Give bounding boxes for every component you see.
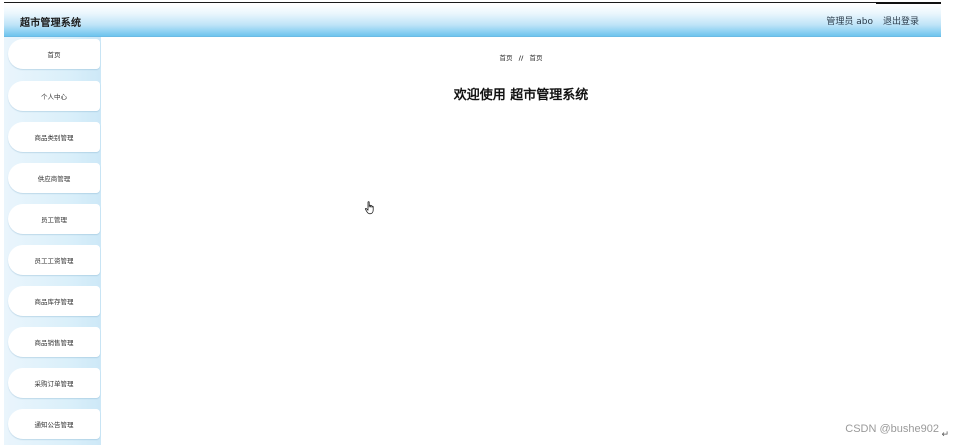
sidebar-item-label: 供应商管理 (37, 175, 71, 183)
top-border (4, 2, 941, 3)
sidebar-item-home[interactable]: 首页 (8, 39, 100, 69)
sidebar-item-label: 员工管理 (41, 216, 67, 224)
watermark: CSDN @bushe902 (845, 423, 939, 435)
sidebar-item-employee-salary[interactable]: 员工工资管理 (8, 245, 100, 275)
sidebar-item-personal-center[interactable]: 个人中心 (8, 81, 100, 111)
sidebar: 首页 个人中心 商品类别管理 供应商管理 员工管理 员工工资管理 商品库存管理 … (4, 37, 101, 445)
header-user-area: 管理员 abo 退出登录 (826, 14, 919, 27)
main-content: 首页 // 首页 欢迎使用 超市管理系统 (101, 37, 941, 445)
logout-link[interactable]: 退出登录 (883, 14, 919, 27)
breadcrumb: 首页 // 首页 (101, 52, 941, 62)
app-window: 超市管理系统 管理员 abo 退出登录 首页 个人中心 商品类别管理 供应商管理… (0, 0, 953, 445)
sidebar-item-product-category[interactable]: 商品类别管理 (8, 122, 100, 152)
sidebar-item-sales[interactable]: 商品销售管理 (8, 327, 100, 357)
welcome-title: 欢迎使用 超市管理系统 (453, 88, 589, 103)
breadcrumb-home-link[interactable]: 首页 (500, 54, 513, 62)
sidebar-item-inventory[interactable]: 商品库存管理 (8, 286, 100, 316)
sidebar-item-label: 个人中心 (41, 93, 67, 101)
user-label: 管理员 abo (826, 17, 873, 27)
sidebar-item-supplier[interactable]: 供应商管理 (8, 163, 100, 193)
app-title: 超市管理系统 (20, 18, 82, 29)
sidebar-item-label: 通知公告管理 (34, 421, 74, 429)
sidebar-item-label: 商品销售管理 (34, 339, 74, 347)
hand-pointer-icon (364, 201, 374, 215)
sidebar-item-purchase-order[interactable]: 采购订单管理 (8, 368, 100, 398)
sidebar-item-label: 员工工资管理 (34, 257, 74, 265)
sidebar-item-label: 商品库存管理 (34, 298, 74, 306)
sidebar-item-label: 商品类别管理 (34, 134, 74, 142)
breadcrumb-separator: // (518, 54, 524, 62)
sidebar-item-employee[interactable]: 员工管理 (8, 204, 100, 234)
sidebar-item-announcement[interactable]: 通知公告管理 (8, 409, 100, 439)
sidebar-item-label: 首页 (47, 51, 61, 59)
return-arrow-icon: ↵ (941, 430, 949, 440)
header-bar: 超市管理系统 管理员 abo 退出登录 (4, 4, 941, 37)
sidebar-item-label: 采购订单管理 (34, 380, 74, 388)
breadcrumb-current: 首页 (529, 54, 543, 62)
